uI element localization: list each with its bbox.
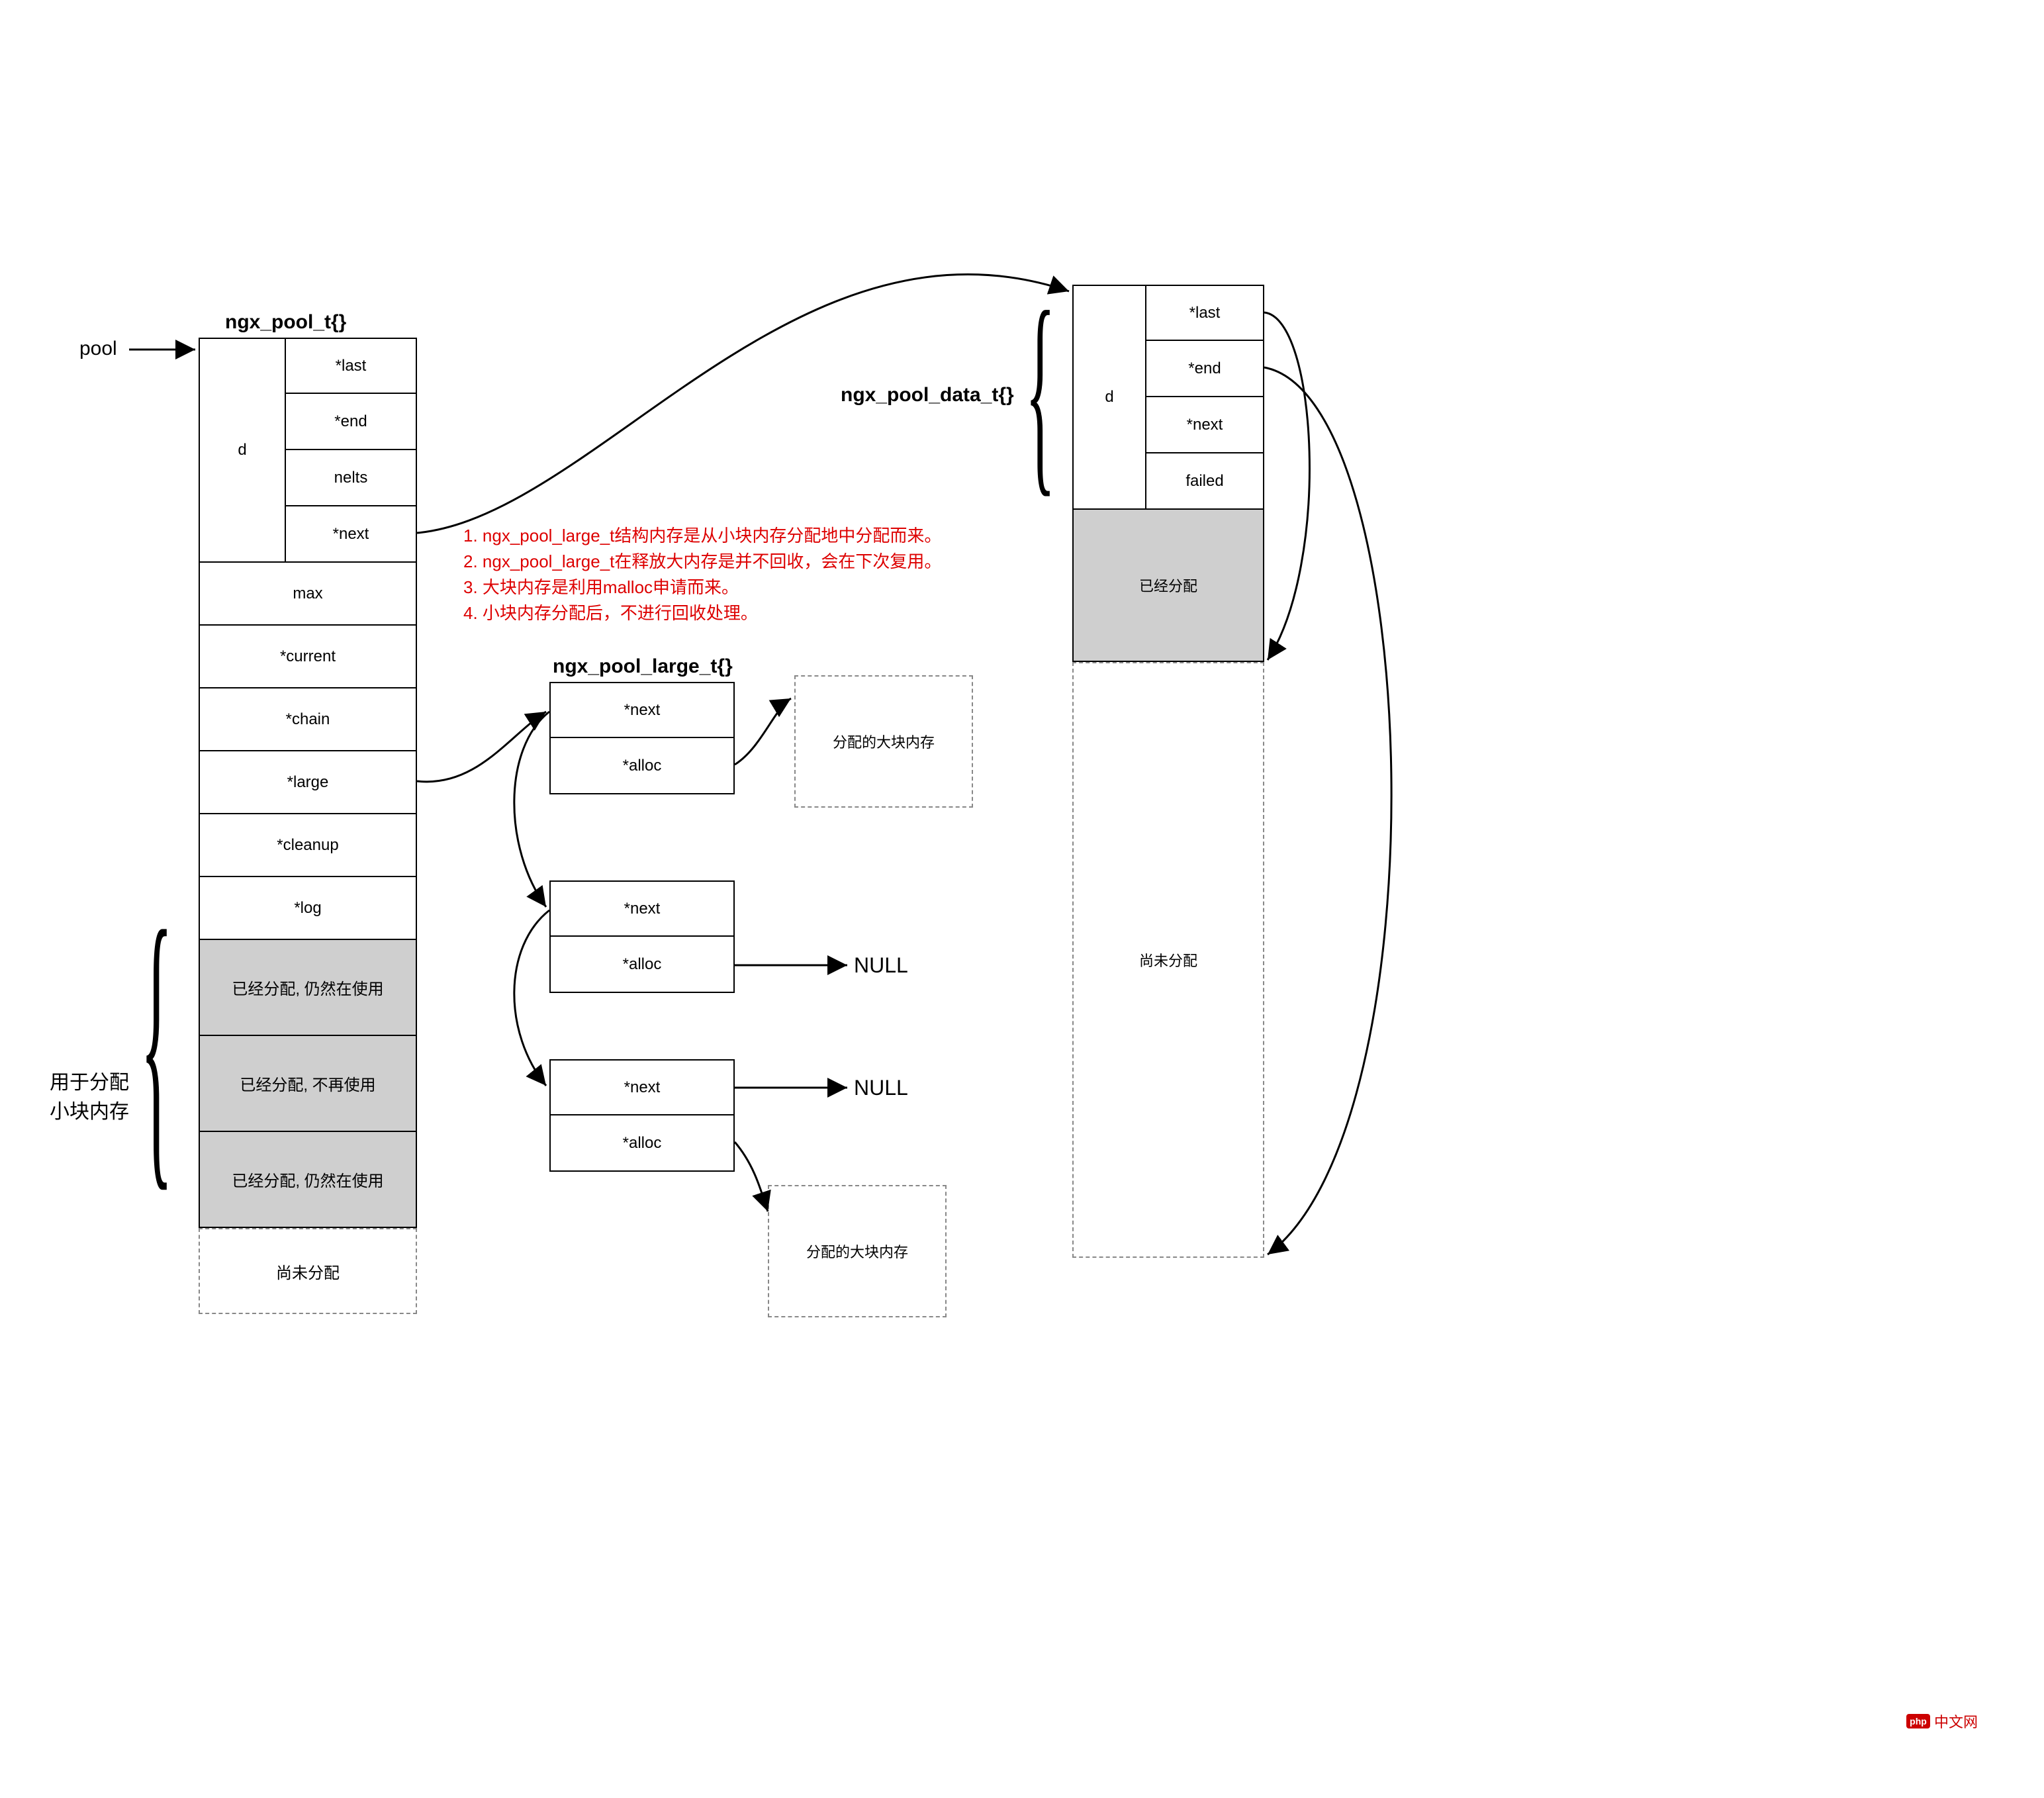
data-next-cell: *next [1145,397,1264,453]
note-4: 4. 小块内存分配后，不进行回收处理。 [463,600,941,626]
large2-alloc: *alloc [549,937,735,993]
data-failed-cell: failed [1145,453,1264,510]
data-end-cell: *end [1145,341,1264,397]
data-last-cell: *last [1145,285,1264,341]
logo: php 中文网 [1906,1711,1978,1732]
ngx-pool-data-t-title: ngx_pool_data_t{} [841,384,1014,406]
note-1: 1. ngx_pool_large_t结构内存是从小块内存分配地中分配而来。 [463,523,941,549]
large2-next: *next [549,880,735,937]
mem-allocated-right: 已经分配 [1072,510,1264,662]
small-mem-label: 用于分配 小块内存 [50,1066,129,1124]
logo-text: 中文网 [1934,1711,1978,1732]
note-2: 2. ngx_pool_large_t在释放大内存是并不回收，会在下次复用。 [463,549,941,575]
ngx-pool-large-t-title: ngx_pool_large_t{} [553,655,733,678]
small-mem-brace: { [140,884,173,1413]
mem-not-allocated-1: 尚未分配 [199,1228,417,1314]
ngx-pool-t-title: ngx_pool_t{} [225,311,346,334]
pool-nelts-cell: nelts [285,450,417,506]
pool-max-cell: max [199,563,417,626]
pool-cleanup-cell: *cleanup [199,814,417,877]
data-d-cell: d [1072,285,1145,510]
large-mem-block-1: 分配的大块内存 [794,675,973,808]
pool-log-cell: *log [199,877,417,940]
pool-end-cell: *end [285,394,417,450]
large3-alloc: *alloc [549,1115,735,1172]
pool-d-cell: d [199,338,285,563]
red-notes: 1. ngx_pool_large_t结构内存是从小块内存分配地中分配而来。 2… [463,523,941,626]
pool-next-cell: *next [285,506,417,563]
large1-alloc: *alloc [549,738,735,794]
mem-allocated-inuse-1: 已经分配, 仍然在使用 [199,940,417,1036]
mem-allocated-unused: 已经分配, 不再使用 [199,1036,417,1132]
mem-not-allocated-right: 尚未分配 [1072,662,1264,1258]
large1-next: *next [549,682,735,738]
pool-large-cell: *large [199,751,417,814]
pool-label: pool [79,338,117,360]
pool-chain-cell: *chain [199,688,417,751]
mem-allocated-inuse-2: 已经分配, 仍然在使用 [199,1132,417,1228]
null-label-1: NULL [854,953,908,978]
null-label-2: NULL [854,1076,908,1100]
note-3: 3. 大块内存是利用malloc申请而来。 [463,575,941,600]
data-t-brace: { [1025,278,1056,503]
pool-last-cell: *last [285,338,417,394]
large3-next: *next [549,1059,735,1115]
large-mem-block-2: 分配的大块内存 [768,1185,947,1317]
logo-badge-icon: php [1906,1714,1930,1728]
pool-current-cell: *current [199,626,417,688]
